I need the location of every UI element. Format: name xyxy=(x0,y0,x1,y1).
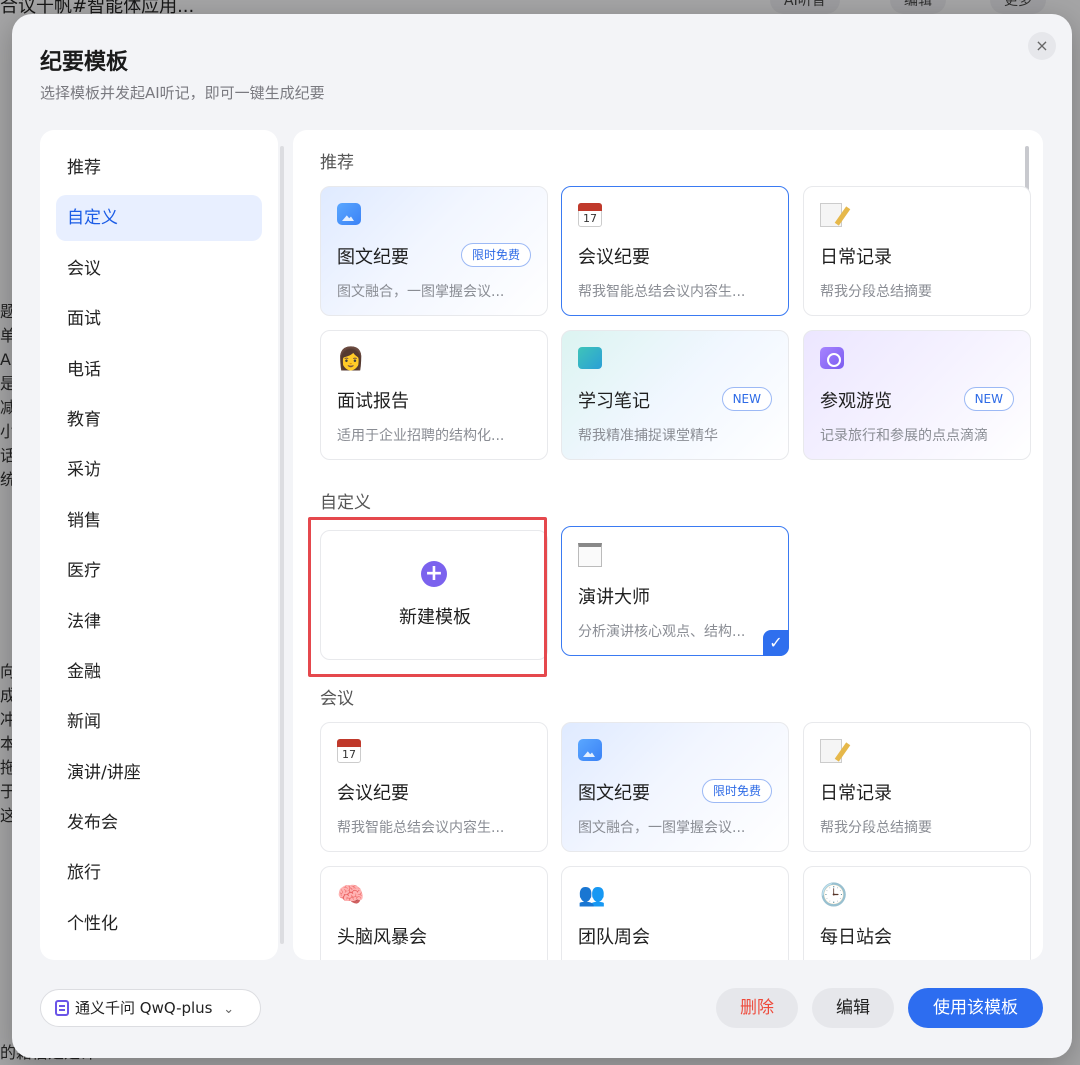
sidebar-item-medical[interactable]: 医疗 xyxy=(56,548,262,594)
image-icon xyxy=(337,203,363,229)
card-title: 演讲大师 xyxy=(578,587,650,608)
sidebar-item-lecture[interactable]: 演讲/讲座 xyxy=(56,750,262,796)
template-card-brainstorm[interactable]: 🧠 头脑风暴会 xyxy=(320,866,548,960)
use-template-button[interactable]: 使用该模板 xyxy=(908,988,1043,1028)
template-card-meeting-summary[interactable]: 17 会议纪要 帮我智能总结会议内容生... xyxy=(561,186,789,316)
template-card-daily-standup[interactable]: 🕒 每日站会 xyxy=(803,866,1031,960)
sidebar-item-interview-media[interactable]: 采访 xyxy=(56,447,262,493)
close-button[interactable]: × xyxy=(1028,32,1056,60)
card-title: 头脑风暴会 xyxy=(337,927,427,948)
sidebar-item-sales[interactable]: 销售 xyxy=(56,498,262,544)
calendar-icon: 17 xyxy=(337,739,363,765)
delete-button[interactable]: 删除 xyxy=(716,988,798,1028)
modal-title: 纪要模板 xyxy=(40,50,129,75)
calendar-icon: 17 xyxy=(578,203,604,229)
section-label-meeting: 会议 xyxy=(320,689,354,709)
sidebar-item-finance[interactable]: 金融 xyxy=(56,649,262,695)
sidebar-item-recommend[interactable]: 推荐 xyxy=(56,145,262,191)
template-card-daily-record-2[interactable]: 日常记录 帮我分段总结摘要 xyxy=(803,722,1031,852)
card-title: 日常记录 xyxy=(820,247,892,268)
person-icon: 👩 xyxy=(337,347,365,372)
category-sidebar: 推荐 自定义 会议 面试 电话 教育 采访 销售 医疗 法律 金融 新闻 演讲/… xyxy=(40,130,284,960)
sidebar-item-news[interactable]: 新闻 xyxy=(56,699,262,745)
section-label-recommend: 推荐 xyxy=(320,153,354,173)
card-desc: 帮我精准捕捉课堂精华 xyxy=(578,428,718,444)
limited-free-badge: 限时免费 xyxy=(460,243,531,267)
card-title: 会议纪要 xyxy=(578,247,650,268)
card-title: 参观游览 xyxy=(820,391,892,412)
template-card-daily-record[interactable]: 日常记录 帮我分段总结摘要 xyxy=(803,186,1031,316)
new-badge: NEW xyxy=(963,387,1014,411)
sidebar-scrollbar[interactable] xyxy=(280,146,284,944)
team-icon: 👥 xyxy=(578,883,606,908)
card-desc: 帮我智能总结会议内容生... xyxy=(578,284,746,300)
card-desc: 图文融合，一图掌握会议... xyxy=(578,820,746,836)
card-desc: 帮我分段总结摘要 xyxy=(820,284,932,300)
new-template-label: 新建模板 xyxy=(399,607,471,628)
image-icon xyxy=(578,739,604,765)
sidebar-item-custom[interactable]: 自定义 xyxy=(56,195,262,242)
sidebar-item-meeting[interactable]: 会议 xyxy=(56,246,262,292)
sidebar-item-launch[interactable]: 发布会 xyxy=(56,800,262,846)
template-card-image-summary-2[interactable]: 图文纪要 限时免费 图文融合，一图掌握会议... xyxy=(561,722,789,852)
sidebar-item-travel[interactable]: 旅行 xyxy=(56,850,262,896)
card-desc: 图文融合，一图掌握会议... xyxy=(337,284,505,300)
card-desc: 适用于企业招聘的结构化... xyxy=(337,428,505,444)
clock-icon: 🕒 xyxy=(820,883,848,908)
card-title: 每日站会 xyxy=(820,927,892,948)
sidebar-item-education[interactable]: 教育 xyxy=(56,397,262,443)
card-desc: 帮我分段总结摘要 xyxy=(820,820,932,836)
card-title: 图文纪要 xyxy=(578,783,650,804)
card-desc: 帮我智能总结会议内容生... xyxy=(337,820,505,836)
template-card-team-weekly[interactable]: 👥 团队周会 xyxy=(561,866,789,960)
sidebar-item-legal[interactable]: 法律 xyxy=(56,599,262,645)
card-title: 图文纪要 xyxy=(337,247,409,268)
new-badge: NEW xyxy=(721,387,772,411)
notepad-icon xyxy=(820,203,846,229)
document-icon xyxy=(55,1000,69,1016)
pad-icon xyxy=(578,543,604,569)
template-card-speech-master[interactable]: 演讲大师 分析演讲核心观点、结构... ✓ xyxy=(561,526,789,656)
model-label: 通义千问 QwQ-plus xyxy=(75,999,213,1017)
card-title: 团队周会 xyxy=(578,927,650,948)
close-icon: × xyxy=(1035,36,1049,55)
template-card-image-summary[interactable]: 图文纪要 限时免费 图文融合，一图掌握会议... xyxy=(320,186,548,316)
chevron-down-icon: ⌄ xyxy=(223,1002,235,1017)
brain-icon: 🧠 xyxy=(337,883,365,908)
template-card-study-notes[interactable]: 学习笔记 NEW 帮我精准捕捉课堂精华 xyxy=(561,330,789,460)
model-select-dropdown[interactable]: 通义千问 QwQ-plus ⌄ xyxy=(40,989,261,1027)
camera-icon xyxy=(820,347,846,373)
section-label-custom: 自定义 xyxy=(320,493,371,513)
template-content: 推荐 图文纪要 限时免费 图文融合，一图掌握会议... 17 会议纪要 帮我智能… xyxy=(293,130,1043,960)
card-title: 会议纪要 xyxy=(337,783,409,804)
template-card-interview-report[interactable]: 👩 面试报告 适用于企业招聘的结构化... xyxy=(320,330,548,460)
edit-button[interactable]: 编辑 xyxy=(812,988,894,1028)
new-template-button[interactable]: + 新建模板 xyxy=(320,530,548,660)
limited-free-badge: 限时免费 xyxy=(701,779,772,803)
template-card-sightseeing[interactable]: 参观游览 NEW 记录旅行和参展的点点滴滴 xyxy=(803,330,1031,460)
sidebar-item-phone[interactable]: 电话 xyxy=(56,347,262,393)
sidebar-item-interview[interactable]: 面试 xyxy=(56,296,262,342)
plus-icon: + xyxy=(421,561,447,587)
modal-subtitle: 选择模板并发起AI听记，即可一键生成纪要 xyxy=(40,84,325,102)
card-title: 面试报告 xyxy=(337,391,409,412)
sidebar-item-personal[interactable]: 个性化 xyxy=(56,901,262,947)
card-desc: 记录旅行和参展的点点滴滴 xyxy=(820,428,988,444)
card-title: 学习笔记 xyxy=(578,391,650,412)
notepad-icon xyxy=(820,739,846,765)
book-icon xyxy=(578,347,604,373)
selected-check-icon: ✓ xyxy=(763,630,789,656)
card-title: 日常记录 xyxy=(820,783,892,804)
template-card-meeting-summary-2[interactable]: 17 会议纪要 帮我智能总结会议内容生... xyxy=(320,722,548,852)
template-modal: 纪要模板 选择模板并发起AI听记，即可一键生成纪要 × 推荐 自定义 会议 面试… xyxy=(12,14,1072,1058)
card-desc: 分析演讲核心观点、结构... xyxy=(578,624,746,640)
